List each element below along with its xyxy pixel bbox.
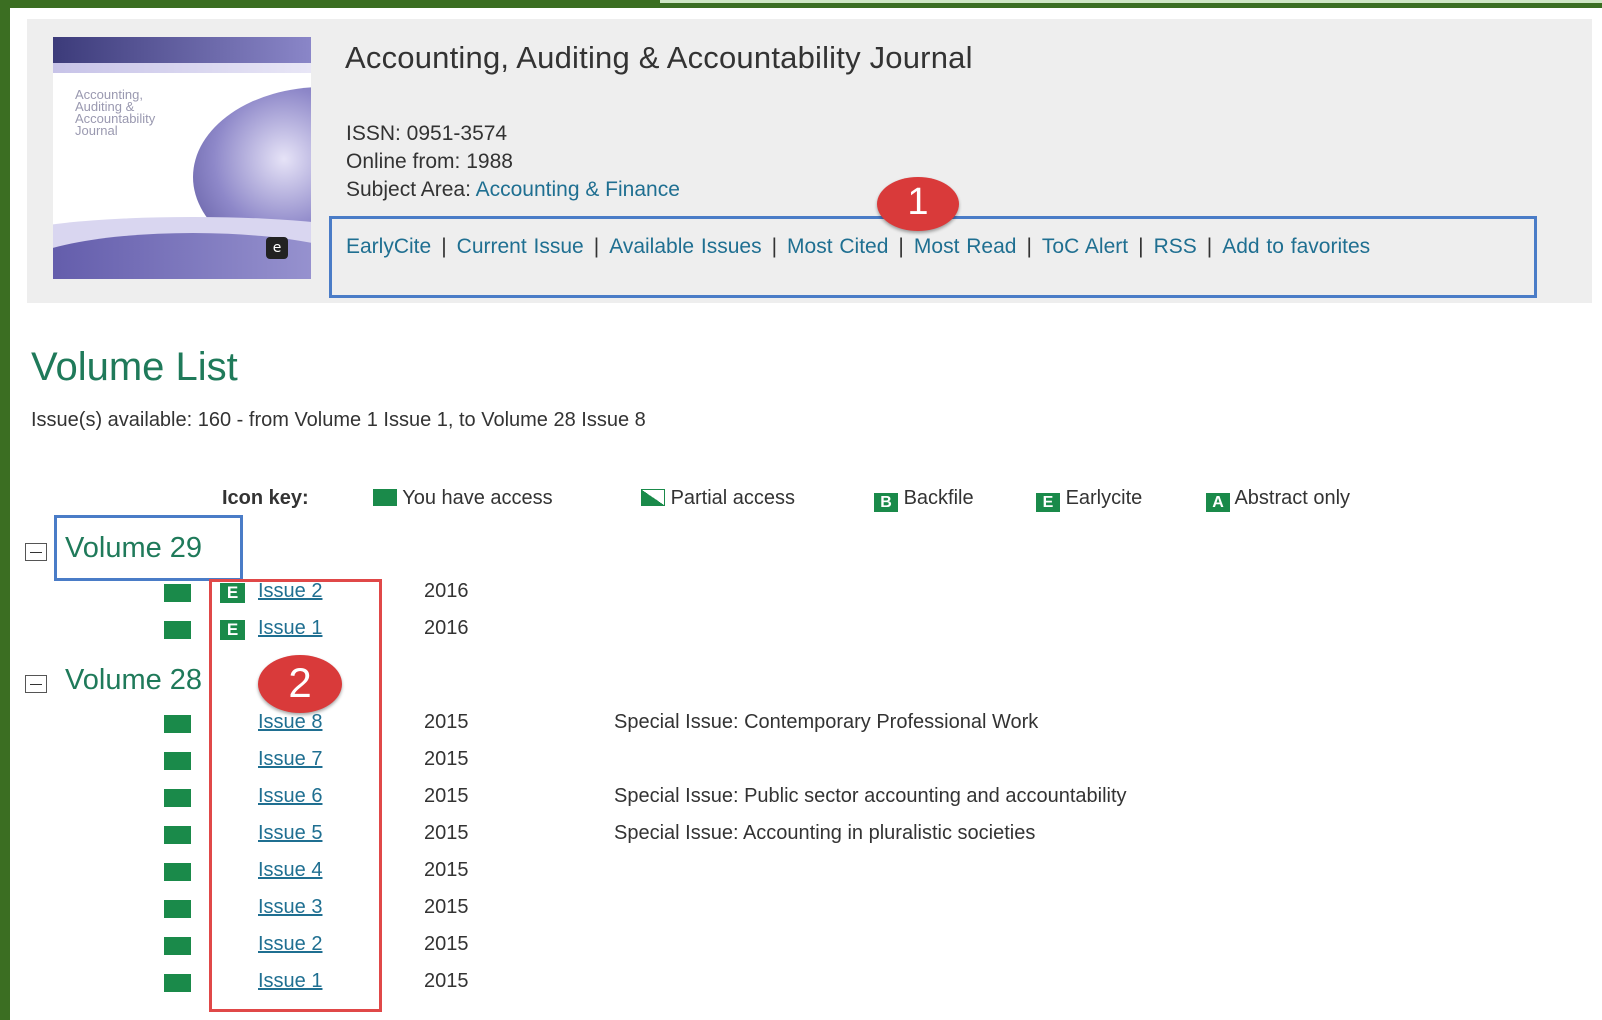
issue-year: 2015 [424, 785, 469, 807]
issue-year: 2015 [424, 896, 469, 918]
cover-title-text: Accounting, Auditing & Accountability Jo… [75, 87, 156, 138]
special-issue-text: Special Issue: Contemporary Professional… [614, 711, 1039, 733]
full-access-icon [164, 621, 191, 639]
issue-year: 2015 [424, 970, 469, 992]
issue-year: 2016 [424, 617, 469, 639]
journal-online-from: Online from: 1988 [346, 150, 513, 173]
nav-available-issues[interactable]: Available Issues [609, 235, 761, 258]
icon-key-earlycite-label: Earlycite [1065, 487, 1143, 509]
full-access-icon [164, 826, 191, 844]
window-frame-highlight [660, 0, 1602, 3]
annotation-box-issues [209, 579, 382, 1012]
full-access-icon [164, 584, 191, 602]
volume-title[interactable]: Volume 28 [65, 664, 202, 697]
volume-list-title: Volume List [31, 345, 238, 389]
cover-stripe-light [53, 63, 311, 73]
partial-access-icon [641, 489, 665, 506]
icon-key-abstract: A Abstract only [1206, 487, 1350, 512]
nav-separator: | [1206, 235, 1213, 258]
issue-year: 2016 [424, 580, 469, 602]
icon-key-abstract-label: Abstract only [1234, 487, 1351, 509]
nav-toc-alert[interactable]: ToC Alert [1042, 235, 1128, 258]
special-issue-text: Special Issue: Public sector accounting … [614, 785, 1127, 807]
nav-separator: | [771, 235, 778, 258]
issue-year: 2015 [424, 859, 469, 881]
nav-most-read[interactable]: Most Read [914, 235, 1017, 258]
issue-year: 2015 [424, 822, 469, 844]
collapse-toggle-icon[interactable] [25, 675, 47, 693]
nav-separator: | [1138, 235, 1144, 258]
full-access-icon [164, 937, 191, 955]
subject-area-link[interactable]: Accounting & Finance [476, 178, 680, 201]
nav-separator: | [441, 235, 447, 258]
full-access-icon [164, 900, 191, 918]
nav-current-issue[interactable]: Current Issue [457, 235, 584, 258]
cover-stripe [53, 37, 311, 63]
icon-key-access: You have access [373, 487, 553, 510]
issues-available-text: Issue(s) available: 160 - from Volume 1 … [31, 409, 646, 431]
collapse-toggle-icon[interactable] [25, 543, 47, 561]
icon-key-partial: Partial access [641, 487, 795, 510]
journal-nav: EarlyCite | Current Issue | Available Issues… [346, 233, 1531, 261]
special-issue-text: Special Issue: Accounting in pluralistic… [614, 822, 1036, 844]
earlycite-icon: E [1036, 493, 1060, 512]
annotation-badge-2: 2 [258, 655, 342, 713]
full-access-icon [164, 789, 191, 807]
nav-most-cited[interactable]: Most Cited [787, 235, 888, 258]
annotation-box-volume [54, 515, 243, 581]
issue-year: 2015 [424, 748, 469, 770]
journal-title: Accounting, Auditing & Accountability Jo… [345, 40, 973, 75]
nav-add-to-favorites[interactable]: Add to favorites [1222, 235, 1370, 258]
nav-rss[interactable]: RSS [1154, 235, 1197, 258]
nav-separator: | [593, 235, 600, 258]
full-access-icon [164, 752, 191, 770]
icon-key-access-label: You have access [402, 487, 553, 509]
icon-key-label: Icon key: [222, 487, 309, 509]
nav-earlycite[interactable]: EarlyCite [346, 235, 431, 258]
annotation-badge-1: 1 [877, 177, 959, 231]
icon-key-earlycite: E Earlycite [1036, 487, 1142, 512]
issue-year: 2015 [424, 711, 469, 733]
full-access-icon [164, 715, 191, 733]
full-access-icon [164, 974, 191, 992]
issue-year: 2015 [424, 933, 469, 955]
publisher-logo-icon: e [266, 237, 288, 259]
icon-key-partial-label: Partial access [670, 487, 796, 509]
journal-issn: ISSN: 0951-3574 [346, 122, 508, 145]
icon-key-backfile-label: Backfile [903, 487, 974, 509]
icon-key-backfile: B Backfile [874, 487, 974, 512]
full-access-icon [373, 489, 397, 506]
backfile-icon: B [874, 493, 898, 512]
nav-separator: | [1026, 235, 1032, 258]
subject-area-label: Subject Area: [346, 178, 476, 201]
journal-cover-image[interactable]: Accounting, Auditing & Accountability Jo… [53, 37, 311, 279]
abstract-only-icon: A [1206, 493, 1230, 512]
full-access-icon [164, 863, 191, 881]
journal-subject-area: Subject Area: Accounting & Finance [346, 178, 680, 202]
nav-separator: | [898, 235, 904, 258]
